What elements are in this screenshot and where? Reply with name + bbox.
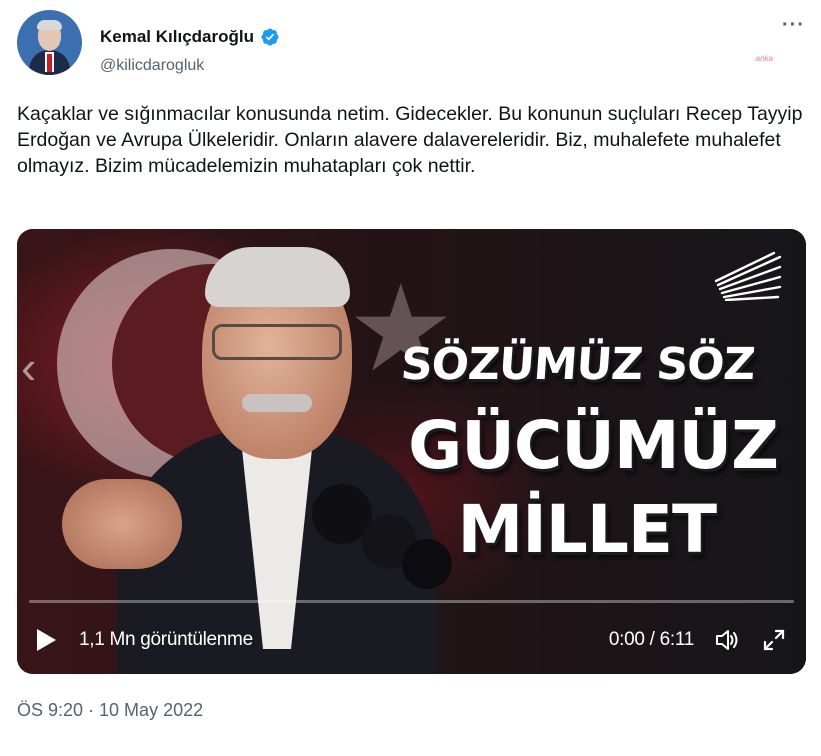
video-controls: 1,1 Mn görüntülenme 0:00 / 6:11: [17, 604, 806, 674]
play-icon[interactable]: [35, 628, 57, 652]
watermark: anka: [755, 54, 773, 63]
video-player[interactable]: ★ SÖZÜMÜZ SÖZ GÜCÜMÜZ MİLLET ‹ 1,1 Mn gö…: [17, 229, 806, 674]
party-logo-icon: [714, 251, 782, 301]
fullscreen-icon[interactable]: [762, 628, 786, 652]
progress-bar[interactable]: [29, 600, 794, 603]
view-count: 1,1 Mn görüntülenme: [79, 629, 253, 650]
handle[interactable]: @kilicdarogluk: [100, 57, 204, 75]
verified-badge-icon: [261, 28, 279, 46]
tweet-text: Kaçaklar ve sığınmacılar konusunda netim…: [17, 103, 803, 177]
display-name[interactable]: Kemal Kılıçdaroğlu: [100, 27, 254, 47]
more-options-icon[interactable]: ···: [782, 15, 805, 35]
chevron-left-icon[interactable]: ‹: [21, 344, 36, 390]
slogan-line-1: SÖZÜMÜZ SÖZ: [398, 339, 756, 390]
tweet-header: Kemal Kılıçdaroğlu @kilicdarogluk ··· an…: [17, 10, 807, 80]
avatar[interactable]: [17, 10, 82, 75]
tweet-timestamp[interactable]: ÖS 9:20 · 10 May 2022: [17, 700, 203, 721]
name-row: Kemal Kılıçdaroğlu: [100, 27, 280, 47]
video-time: 0:00 / 6:11: [608, 629, 694, 650]
volume-icon[interactable]: [714, 627, 740, 653]
slogan-line-3: MİLLET: [457, 491, 717, 568]
slogan-line-2: GÜCÜMÜZ: [408, 407, 779, 484]
